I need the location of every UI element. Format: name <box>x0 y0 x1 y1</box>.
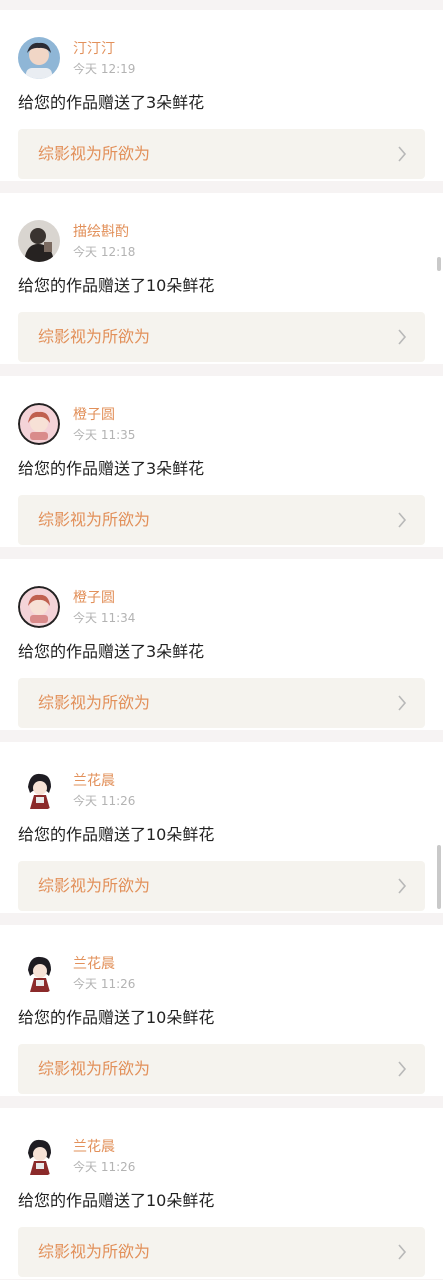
card-header: 兰花晨 今天 11:26 <box>18 952 425 998</box>
card-header: 兰花晨 今天 11:26 <box>18 1135 425 1181</box>
notification-card: 兰花晨 今天 11:26 给您的作品赠送了10朵鲜花 综影视为所欲为 <box>0 1108 443 1279</box>
work-link[interactable]: 综影视为所欲为 <box>18 861 425 911</box>
chevron-right-icon <box>398 512 407 528</box>
work-title: 综影视为所欲为 <box>38 876 151 895</box>
chibi-character-avatar[interactable] <box>18 1135 60 1177</box>
card-header: 橙子圆 今天 11:34 <box>18 586 425 632</box>
work-title: 综影视为所欲为 <box>38 693 151 712</box>
gift-message: 给您的作品赠送了10朵鲜花 <box>18 1008 215 1027</box>
card-header: 橙子圆 今天 11:35 <box>18 403 425 449</box>
chevron-right-icon <box>398 1244 407 1260</box>
work-link[interactable]: 综影视为所欲为 <box>18 495 425 545</box>
notification-card: 汀汀汀 今天 12:19 给您的作品赠送了3朵鲜花 综影视为所欲为 <box>0 10 443 181</box>
card-divider <box>0 181 443 193</box>
notification-card: 橙子圆 今天 11:34 给您的作品赠送了3朵鲜花 综影视为所欲为 <box>0 559 443 730</box>
notification-feed: 汀汀汀 今天 12:19 给您的作品赠送了3朵鲜花 综影视为所欲为 描绘斟酌 今… <box>0 0 443 1280</box>
user-name[interactable]: 汀汀汀 <box>73 40 115 58</box>
notification-card: 橙子圆 今天 11:35 给您的作品赠送了3朵鲜花 综影视为所欲为 <box>0 376 443 547</box>
gift-message: 给您的作品赠送了3朵鲜花 <box>18 459 205 478</box>
card-header: 汀汀汀 今天 12:19 <box>18 37 425 83</box>
scrollbar-thumb[interactable] <box>437 845 441 909</box>
top-separator <box>0 0 443 10</box>
notification-card: 兰花晨 今天 11:26 给您的作品赠送了10朵鲜花 综影视为所欲为 <box>0 742 443 913</box>
chevron-right-icon <box>398 329 407 345</box>
timestamp: 今天 11:26 <box>73 977 136 991</box>
notification-card: 描绘斟酌 今天 12:18 给您的作品赠送了10朵鲜花 综影视为所欲为 <box>0 193 443 364</box>
card-divider <box>0 730 443 742</box>
chibi-character-avatar[interactable] <box>18 952 60 994</box>
user-name[interactable]: 橙子圆 <box>73 589 115 607</box>
card-header: 兰花晨 今天 11:26 <box>18 769 425 815</box>
card-divider <box>0 364 443 376</box>
timestamp: 今天 11:26 <box>73 794 136 808</box>
gift-message: 给您的作品赠送了10朵鲜花 <box>18 825 215 844</box>
boy-portrait-avatar[interactable] <box>18 37 60 79</box>
work-title: 综影视为所欲为 <box>38 1242 151 1261</box>
timestamp: 今天 11:34 <box>73 611 136 625</box>
chevron-right-icon <box>398 146 407 162</box>
user-name[interactable]: 兰花晨 <box>73 1138 115 1156</box>
work-link[interactable]: 综影视为所欲为 <box>18 678 425 728</box>
user-name[interactable]: 描绘斟酌 <box>73 223 129 241</box>
work-link[interactable]: 综影视为所欲为 <box>18 1227 425 1277</box>
timestamp: 今天 11:26 <box>73 1160 136 1174</box>
chevron-right-icon <box>398 878 407 894</box>
work-title: 综影视为所欲为 <box>38 1059 151 1078</box>
dark-portrait-avatar[interactable] <box>18 220 60 262</box>
chevron-right-icon <box>398 695 407 711</box>
user-name[interactable]: 兰花晨 <box>73 772 115 790</box>
card-divider <box>0 547 443 559</box>
card-divider <box>0 1096 443 1108</box>
work-title: 综影视为所欲为 <box>38 510 151 529</box>
gift-message: 给您的作品赠送了10朵鲜花 <box>18 1191 215 1210</box>
user-name[interactable]: 兰花晨 <box>73 955 115 973</box>
work-link[interactable]: 综影视为所欲为 <box>18 129 425 179</box>
timestamp: 今天 11:35 <box>73 428 136 442</box>
chibi-character-avatar[interactable] <box>18 769 60 811</box>
gift-message: 给您的作品赠送了3朵鲜花 <box>18 642 205 661</box>
gift-message: 给您的作品赠送了10朵鲜花 <box>18 276 215 295</box>
scroll-indicator[interactable] <box>437 257 441 271</box>
chevron-right-icon <box>398 1061 407 1077</box>
work-link[interactable]: 综影视为所欲为 <box>18 1044 425 1094</box>
work-title: 综影视为所欲为 <box>38 144 151 163</box>
timestamp: 今天 12:18 <box>73 245 136 259</box>
user-name[interactable]: 橙子圆 <box>73 406 115 424</box>
work-title: 综影视为所欲为 <box>38 327 151 346</box>
gift-message: 给您的作品赠送了3朵鲜花 <box>18 93 205 112</box>
card-header: 描绘斟酌 今天 12:18 <box>18 220 425 266</box>
work-link[interactable]: 综影视为所欲为 <box>18 312 425 362</box>
notification-card: 兰花晨 今天 11:26 给您的作品赠送了10朵鲜花 综影视为所欲为 <box>0 925 443 1096</box>
timestamp: 今天 12:19 <box>73 62 136 76</box>
card-divider <box>0 913 443 925</box>
anime-girl-avatar[interactable] <box>18 403 60 445</box>
anime-girl-avatar[interactable] <box>18 586 60 628</box>
